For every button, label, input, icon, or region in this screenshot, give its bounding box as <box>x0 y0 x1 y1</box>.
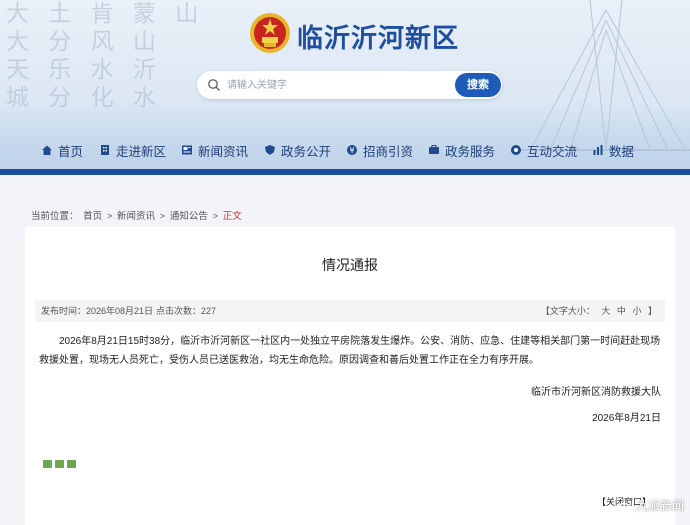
breadcrumb-prefix: 当前位置： <box>31 211 79 222</box>
nav-item-investment[interactable]: ¥ 招商引资 <box>346 138 413 162</box>
nav-label: 走进新区 <box>116 144 167 159</box>
breadcrumb-separator: > <box>212 211 219 222</box>
article-card: 情况通报 发布时间：2026年08月21日 点击次数：227 【文字大小： 大 … <box>25 227 675 525</box>
breadcrumb-current: 正文 <box>222 211 242 222</box>
nav-item-home[interactable]: 首页 <box>41 138 83 162</box>
watermark: 九派新闻 <box>617 497 684 514</box>
nav-label: 招商引资 <box>363 144 414 159</box>
nav-label: 政务服务 <box>445 144 496 159</box>
nav-label: 首页 <box>58 144 84 159</box>
font-size-large-link[interactable]: 大 <box>601 306 610 316</box>
nav-item-service[interactable]: 政务服务 <box>428 138 495 162</box>
font-size-controls: 【文字大小： 大 中 小 】 <box>539 300 659 322</box>
breadcrumb-link-notices[interactable]: 通知公告 <box>170 211 208 222</box>
breadcrumb-link-home[interactable]: 首页 <box>83 211 102 222</box>
nav-item-news[interactable]: 新闻资讯 <box>181 138 248 162</box>
chat-icon <box>511 145 521 155</box>
article-meta-bar: 发布时间：2026年08月21日 点击次数：227 【文字大小： 大 中 小 】 <box>35 300 665 322</box>
investment-icon: ¥ <box>347 145 357 155</box>
home-icon <box>42 145 52 155</box>
nav-label: 政务公开 <box>281 144 332 159</box>
font-size-small-link[interactable]: 小 <box>632 306 641 316</box>
article-signature: 临沂市沂河新区消防救援大队 <box>531 387 661 398</box>
nav-item-interaction[interactable]: 互动交流 <box>510 138 577 162</box>
nav-label: 数据 <box>609 144 635 159</box>
main-nav: 首页 走进新区 新闻资讯 政务公开 ¥ 招商引资 政务服务 互动交流 数据 <box>0 138 690 162</box>
header-divider <box>0 169 690 175</box>
building-icon <box>101 145 109 155</box>
svg-text:¥: ¥ <box>349 146 354 155</box>
nav-item-government[interactable]: 政务公开 <box>264 138 331 162</box>
national-emblem-icon <box>250 13 290 53</box>
chart-icon <box>593 145 603 155</box>
share-buttons <box>43 460 76 468</box>
search-icon <box>208 79 221 92</box>
nav-item-about[interactable]: 走进新区 <box>99 138 166 162</box>
news-icon <box>182 145 192 155</box>
watermark-text: 九派新闻 <box>635 499 684 513</box>
nav-item-data[interactable]: 数据 <box>592 138 634 162</box>
breadcrumb: 当前位置： 首页 > 新闻资讯 > 通知公告 > 正文 <box>31 208 244 222</box>
font-size-bracket: 】 <box>647 306 657 316</box>
site-title: 临沂沂河新区 <box>297 23 460 53</box>
breadcrumb-separator: > <box>159 211 166 222</box>
site-header: 大 土 肯 蒙 山 大 分 风 山 天 乐 水 沂 城 分 化 水 临沂沂河新区 <box>0 0 690 175</box>
breadcrumb-link-news[interactable]: 新闻资讯 <box>117 211 155 222</box>
search-input[interactable] <box>227 75 447 95</box>
share-weibo-icon[interactable] <box>55 460 64 468</box>
font-size-label: 【文字大小： <box>540 306 595 316</box>
font-size-medium-link[interactable]: 中 <box>617 306 626 316</box>
share-qzone-icon[interactable] <box>67 460 76 468</box>
shield-icon <box>265 145 275 155</box>
search-button[interactable]: 搜索 <box>455 73 501 97</box>
view-count: 点击次数：227 <box>156 306 217 316</box>
publish-time: 发布时间：2026年08月21日 <box>41 306 154 316</box>
service-icon <box>429 145 439 154</box>
nav-label: 互动交流 <box>527 144 578 159</box>
weibo-logo-icon <box>617 500 632 512</box>
nav-label: 新闻资讯 <box>198 144 249 159</box>
article-date: 2026年8月21日 <box>592 413 661 424</box>
article-title: 情况通报 <box>322 257 378 273</box>
article-body: 2026年8月21日15时38分，临沂市沂河新区一社区内一处独立平房院落发生爆炸… <box>39 336 661 366</box>
share-wechat-icon[interactable] <box>43 460 52 468</box>
breadcrumb-separator: > <box>106 211 113 222</box>
